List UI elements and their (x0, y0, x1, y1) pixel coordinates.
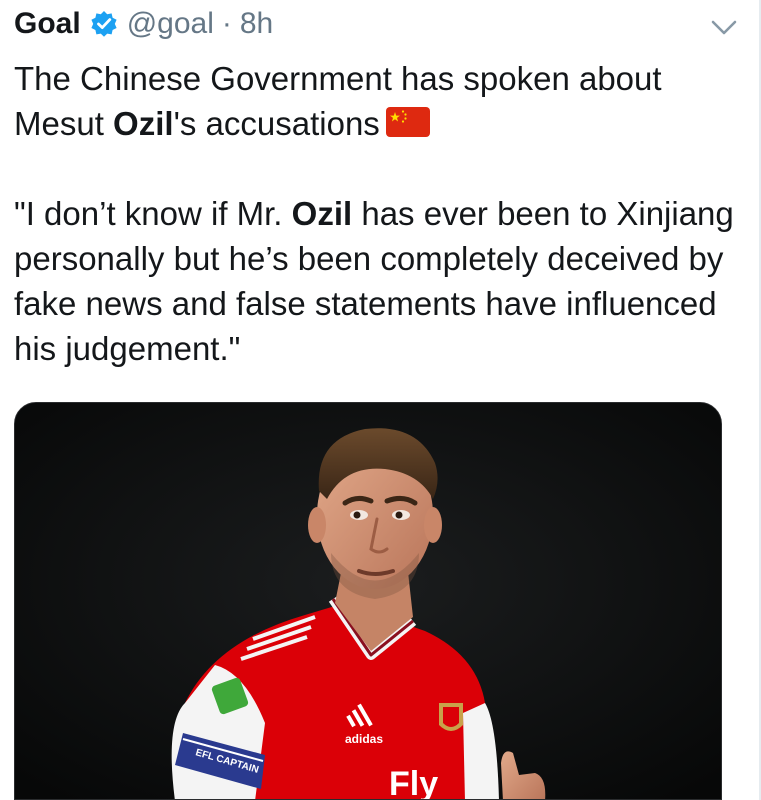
tweet-text-line2-start: Mesut (14, 105, 114, 142)
chevron-down-icon[interactable] (709, 16, 739, 40)
tweet-timestamp[interactable]: 8h (240, 4, 273, 44)
tweet-text-line2-end: 's accusations (173, 105, 380, 142)
tweet-line: Mesut Ozil's accusations (14, 101, 734, 146)
quote-bold-name: Ozil (291, 195, 353, 232)
separator-dot: · (221, 7, 232, 40)
tweet-text: The Chinese Government has spoken about … (14, 56, 734, 371)
author-name[interactable]: Goal (14, 4, 81, 44)
kit-brand-text: adidas (345, 732, 383, 746)
tweet-bold-name: Ozil (113, 105, 174, 142)
author-handle[interactable]: @goal (127, 4, 214, 44)
tweet-text-line1: The Chinese Government has spoken about (14, 60, 662, 97)
tweet-media-photo[interactable]: EFL CAPTAIN adidas Fly (14, 402, 722, 800)
china-flag-icon (385, 103, 430, 137)
quote-text-start: "I don’t know if Mr. (14, 195, 292, 232)
tweet-header: Goal @goal · 8h (14, 4, 731, 44)
tweet: Goal @goal · 8h The Chinese Government h… (0, 0, 761, 800)
verified-badge-icon (89, 9, 119, 39)
kit-sponsor-text: Fly (389, 765, 438, 800)
tweet-line: The Chinese Government has spoken about (14, 56, 734, 101)
tweet-quote: "I don’t know if Mr. Ozil has ever been … (14, 191, 734, 371)
